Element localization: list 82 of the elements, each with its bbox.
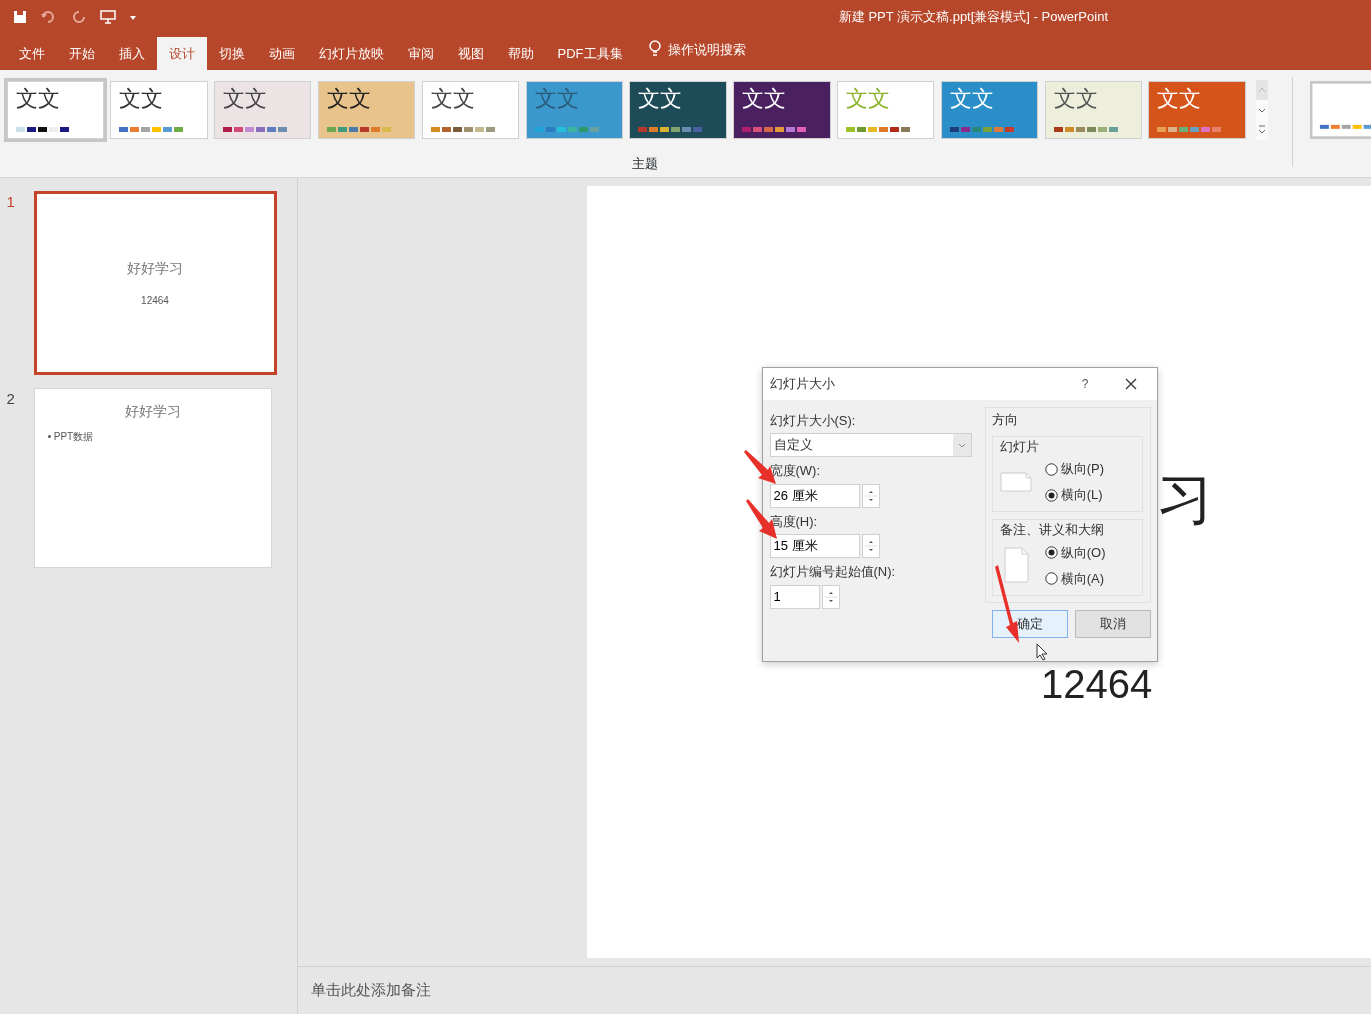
close-icon[interactable] (1124, 378, 1137, 390)
dialog-title: 幻灯片大小 (769, 375, 835, 394)
slide-title: 好好学习 (124, 402, 181, 421)
theme-sample-text: 文文 (223, 88, 268, 111)
slide-title: 好好学习 (127, 259, 183, 278)
notes-prompt[interactable]: 单击此处添加备注 (311, 979, 431, 1002)
theme-thumbnail[interactable]: 文文 (1044, 81, 1142, 140)
ribbon-tab[interactable]: 审阅 (395, 37, 446, 70)
spin-button[interactable] (861, 534, 880, 558)
ribbon-tab[interactable]: 文件 (6, 37, 57, 70)
spin-button[interactable] (821, 584, 840, 609)
slide-thumbnail[interactable]: 好好学习 12464 (33, 191, 277, 375)
ribbon-tab[interactable]: 开始 (56, 37, 107, 70)
theme-thumbnail[interactable]: 文文 (940, 81, 1039, 140)
window-title: 新建 PPT 演示文稿.ppt[兼容模式] - PowerPoint (838, 7, 1108, 26)
theme-sample-text: 文文 (846, 88, 890, 111)
presentation-icon[interactable] (100, 9, 116, 24)
ribbon-tab[interactable]: 设计 (156, 37, 207, 70)
slide-title: 习 (1157, 471, 1213, 527)
radio-label: 纵向(P) (1060, 460, 1105, 479)
theme-thumbnail[interactable]: 文文 (6, 81, 104, 140)
ribbon-tab[interactable]: 插入 (106, 37, 157, 70)
bullet-icon (47, 434, 51, 438)
variant-thumbnail[interactable] (1309, 81, 1371, 140)
theme-sample-text: 文文 (949, 88, 994, 111)
ribbon-tab[interactable]: PDF工具集 (545, 37, 635, 70)
radio-label: 纵向(O) (1060, 543, 1106, 562)
cursor-icon (1036, 643, 1048, 661)
redo-icon[interactable] (73, 9, 87, 24)
slide-thumbnail[interactable]: 好好学习 PPT数据 (33, 388, 272, 568)
size-dropdown[interactable]: 自定义 (769, 433, 972, 457)
spin-button[interactable] (861, 483, 880, 508)
lightbulb-icon (647, 40, 662, 59)
theme-thumbnail[interactable]: 文文 (317, 81, 416, 140)
theme-thumbnail[interactable]: 文文 (214, 81, 312, 140)
ribbon-tab[interactable]: 动画 (256, 37, 307, 70)
theme-sample-text: 文文 (1157, 88, 1202, 111)
save-icon[interactable] (13, 9, 27, 24)
ribbon-tab[interactable]: 视图 (445, 37, 496, 70)
radio-button[interactable] (1044, 462, 1058, 476)
theme-thumbnail[interactable]: 文文 (629, 81, 727, 140)
help-button[interactable]: ? (1075, 374, 1095, 394)
cancel-button[interactable]: 取消 (1074, 609, 1151, 638)
group-label: 主题 (632, 155, 658, 173)
theme-sample-text: 文文 (326, 88, 371, 111)
slide-subtitle: 12464 (141, 294, 169, 308)
theme-sample-text: 文文 (15, 88, 60, 111)
field-label: 幻灯片大小(S): (769, 411, 857, 430)
bullet-text: PPT数据 (53, 429, 94, 444)
slide-subtitle: 12464 (1041, 664, 1153, 704)
group-label: 备注、讲义和大纲 (999, 520, 1105, 539)
ribbon-tab[interactable]: 幻灯片放映 (306, 37, 396, 70)
caret-icon (952, 434, 971, 456)
more-button[interactable] (1255, 120, 1268, 141)
theme-sample-text: 文文 (742, 88, 787, 111)
radio-label: 横向(A) (1060, 569, 1105, 588)
radio-button[interactable] (1044, 545, 1058, 559)
theme-thumbnail[interactable]: 文文 (1148, 81, 1246, 140)
group-label: 方向 (992, 410, 1019, 429)
height-field[interactable]: 15 厘米 (769, 534, 860, 558)
theme-sample-text: 文文 (534, 88, 579, 111)
width-field[interactable]: 26 厘米 (769, 483, 860, 508)
theme-sample-text: 文文 (430, 88, 475, 111)
radio-label: 横向(L) (1060, 486, 1103, 505)
ribbon-tab[interactable]: 切换 (206, 37, 257, 70)
radio-button[interactable] (1044, 488, 1058, 502)
group-label: 幻灯片 (999, 437, 1040, 456)
ribbon-tab[interactable]: 帮助 (495, 37, 546, 70)
slide-number: 1 (6, 192, 16, 212)
field-label: 幻灯片编号起始值(N): (769, 563, 897, 581)
theme-thumbnail[interactable]: 文文 (733, 81, 831, 140)
theme-thumbnail[interactable]: 文文 (421, 81, 520, 140)
theme-sample-text: 文文 (1053, 88, 1098, 111)
ok-button[interactable]: 确定 (992, 609, 1068, 638)
start-number-field[interactable]: 1 (769, 584, 820, 609)
theme-thumbnail[interactable]: 文文 (110, 81, 208, 140)
tell-me-search[interactable]: 操作说明搜索 (668, 39, 746, 59)
radio-button[interactable] (1044, 571, 1058, 585)
scroll-down-button[interactable] (1255, 100, 1268, 121)
theme-sample-text: 文文 (638, 88, 683, 111)
theme-sample-text: 文文 (119, 88, 164, 111)
slide-number: 2 (6, 389, 16, 409)
